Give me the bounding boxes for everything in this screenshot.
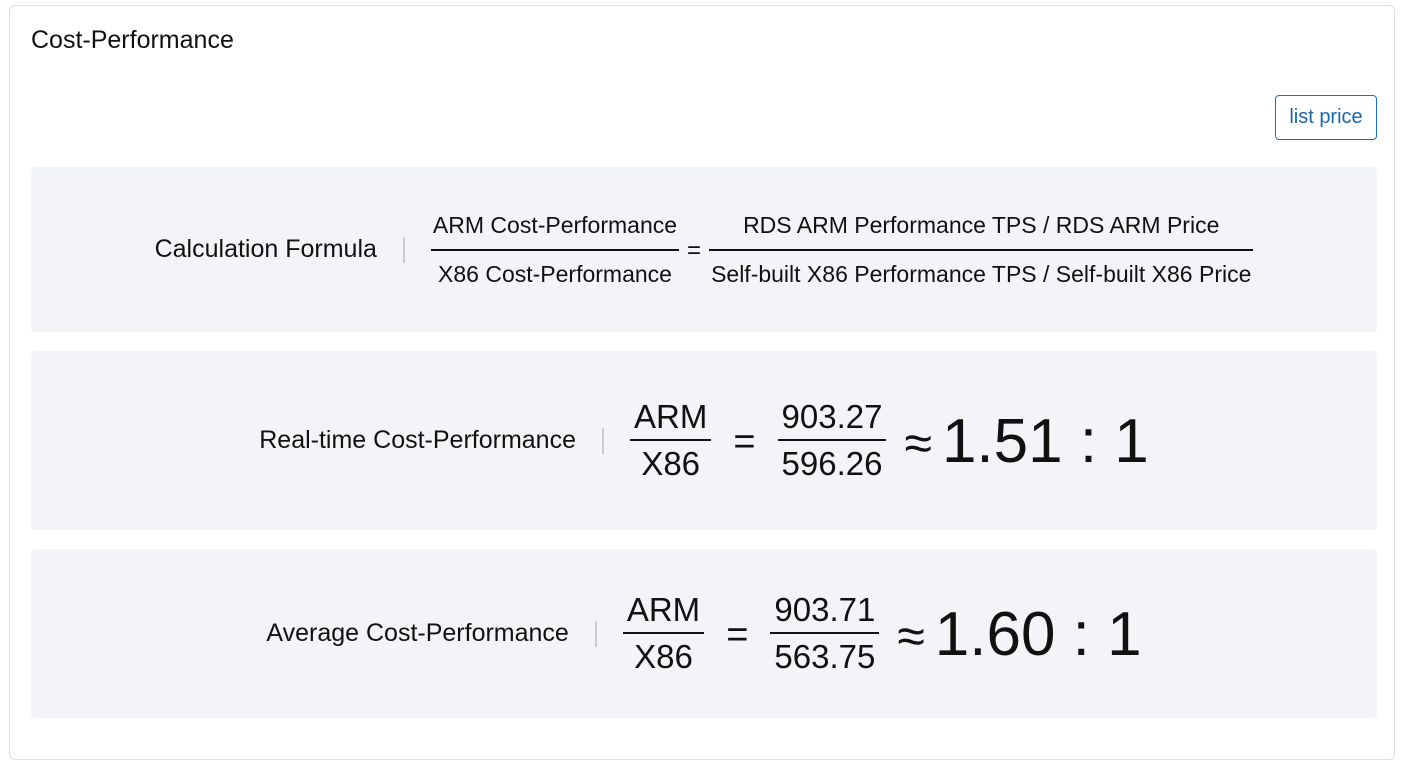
cost-performance-fraction: ARM Cost-Performance X86 Cost-Performanc… [430,211,680,288]
arm-value: 903.27 [781,398,883,435]
x86-value: 563.75 [774,638,876,675]
approx-sign: ≈ [897,607,925,664]
divider [602,427,604,454]
divider [402,236,405,263]
arm-x86-fraction: ARM X86 [622,591,705,676]
average-ratio: 1.60 : 1 [934,600,1142,669]
fraction-denominator: X86 Cost-Performance [438,260,672,287]
fraction-denominator: X86 [634,638,693,675]
arm-value: 903.71 [774,591,876,628]
x86-value: 596.26 [781,445,883,482]
fraction-denominator: Self-built X86 Performance TPS / Self-bu… [711,260,1252,287]
card-title: Cost-Performance [31,26,234,54]
cost-performance-card: Cost-Performance list price Calculation … [9,5,1395,760]
value-fraction: 903.27 596.26 [777,398,887,483]
average-panel: Average Cost-Performance ARM X86 = 903.7… [31,549,1377,718]
divider [594,620,597,647]
fraction-numerator: RDS ARM Performance TPS / RDS ARM Price [743,211,1220,238]
realtime-ratio: 1.51 : 1 [941,407,1149,476]
list-price-button[interactable]: list price [1275,95,1377,140]
average-label: Average Cost-Performance [266,619,569,647]
equals-sign: = [726,614,749,656]
arm-x86-fraction: ARM X86 [630,398,712,483]
realtime-label: Real-time Cost-Performance [259,426,576,454]
value-fraction: 903.71 563.75 [770,591,880,676]
formula-panel: Calculation Formula ARM Cost-Performance… [31,167,1377,332]
fraction-denominator: X86 [641,445,701,482]
fraction-numerator: ARM [634,398,708,435]
equals-sign: = [733,421,756,463]
realtime-panel: Real-time Cost-Performance ARM X86 = 903… [31,351,1377,530]
fraction-numerator: ARM [626,591,701,628]
tps-price-fraction: RDS ARM Performance TPS / RDS ARM Price … [709,211,1254,288]
formula-label: Calculation Formula [154,235,377,263]
fraction-numerator: ARM Cost-Performance [432,211,678,238]
approx-sign: ≈ [904,414,932,471]
equals-sign: = [687,236,702,264]
